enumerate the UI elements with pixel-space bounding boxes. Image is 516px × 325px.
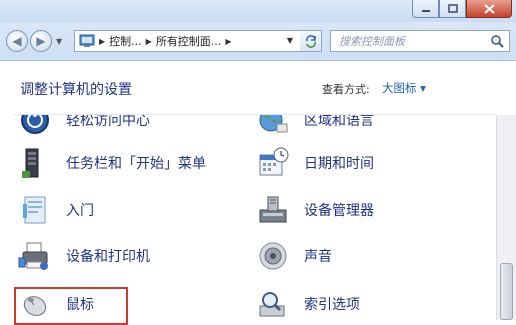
minimize-icon bbox=[421, 9, 430, 12]
title-bar bbox=[0, 0, 516, 22]
search-placeholder: 搜索控制面板 bbox=[339, 35, 405, 48]
breadcrumb-separator-icon: ▶ bbox=[99, 36, 106, 46]
address-bar[interactable]: ▶ 控制... ▶ 所有控制面... ▶ ▼ bbox=[74, 30, 322, 52]
region-globe-icon bbox=[256, 115, 290, 137]
ease-of-access-icon bbox=[18, 115, 52, 137]
speaker-icon bbox=[256, 239, 290, 273]
getting-started-icon bbox=[18, 193, 52, 227]
forward-button[interactable]: ▶ bbox=[30, 30, 52, 52]
item-label: 索引选项 bbox=[304, 297, 360, 313]
mouse-highlight-box bbox=[14, 287, 128, 325]
window-controls bbox=[412, 0, 512, 18]
recent-pages-chevron-icon[interactable]: ▼ bbox=[56, 37, 62, 46]
item-device-manager[interactable]: 设备管理器 bbox=[256, 193, 374, 227]
minimize-button[interactable] bbox=[412, 0, 439, 18]
item-indexing-options[interactable]: 索引选项 bbox=[256, 287, 360, 320]
printer-icon bbox=[18, 239, 52, 273]
index-options-icon bbox=[256, 287, 290, 320]
maximize-icon bbox=[447, 4, 458, 13]
close-button[interactable] bbox=[466, 0, 512, 18]
breadcrumb-separator-icon: ▶ bbox=[225, 36, 232, 46]
item-ease-of-access[interactable]: 轻松访问中心 bbox=[18, 115, 150, 137]
view-by-dropdown[interactable]: 大图标 ▾ bbox=[382, 80, 426, 96]
item-getting-started[interactable]: 入门 bbox=[18, 193, 94, 227]
scrollbar-thumb[interactable] bbox=[500, 263, 513, 320]
search-icon[interactable] bbox=[490, 34, 504, 48]
back-button[interactable]: ◀ bbox=[6, 30, 28, 52]
item-region-language[interactable]: 区域和语言 bbox=[256, 115, 374, 137]
item-label: 声音 bbox=[304, 249, 332, 265]
forward-arrow-icon: ▶ bbox=[36, 34, 46, 48]
back-arrow-icon: ◀ bbox=[12, 34, 22, 48]
item-sound[interactable]: 声音 bbox=[256, 239, 332, 273]
item-label: 入门 bbox=[66, 203, 94, 219]
item-label: 设备管理器 bbox=[304, 203, 374, 219]
control-panel-icon bbox=[79, 34, 95, 47]
item-label: 设备和打印机 bbox=[66, 249, 150, 265]
address-dropdown-icon[interactable]: ▼ bbox=[287, 36, 293, 45]
item-label: 任务栏和「开始」菜单 bbox=[66, 156, 206, 172]
item-label: 区域和语言 bbox=[304, 115, 374, 129]
navigation-bar: ◀ ▶ ▼ ▶ 控制... ▶ 所有控制面... ▶ ▼ 搜索控制面板 bbox=[0, 22, 516, 61]
close-icon bbox=[483, 3, 495, 14]
search-input[interactable]: 搜索控制面板 bbox=[330, 30, 510, 52]
breadcrumb-all-items[interactable]: 所有控制面... bbox=[156, 33, 222, 49]
page-header: 调整计算机的设置 查看方式: 大图标 ▾ bbox=[0, 61, 516, 113]
item-label: 日期和时间 bbox=[304, 156, 374, 172]
refresh-icon bbox=[305, 35, 316, 48]
maximize-button[interactable] bbox=[439, 0, 466, 18]
refresh-button[interactable] bbox=[300, 30, 322, 52]
page-title: 调整计算机的设置 bbox=[20, 82, 132, 98]
item-taskbar-start-menu[interactable]: 任务栏和「开始」菜单 bbox=[18, 146, 206, 180]
vertical-scrollbar[interactable] bbox=[496, 115, 516, 320]
item-date-time[interactable]: 日期和时间 bbox=[256, 146, 374, 180]
taskbar-icon bbox=[18, 146, 52, 180]
view-by-label: 查看方式: bbox=[322, 83, 370, 96]
breadcrumb-control-panel[interactable]: 控制... bbox=[109, 33, 142, 49]
item-label: 轻松访问中心 bbox=[66, 115, 150, 129]
item-devices-printers[interactable]: 设备和打印机 bbox=[18, 239, 150, 273]
device-manager-icon bbox=[256, 193, 290, 227]
calendar-clock-icon bbox=[256, 146, 290, 180]
breadcrumb-separator-icon: ▶ bbox=[145, 36, 152, 46]
